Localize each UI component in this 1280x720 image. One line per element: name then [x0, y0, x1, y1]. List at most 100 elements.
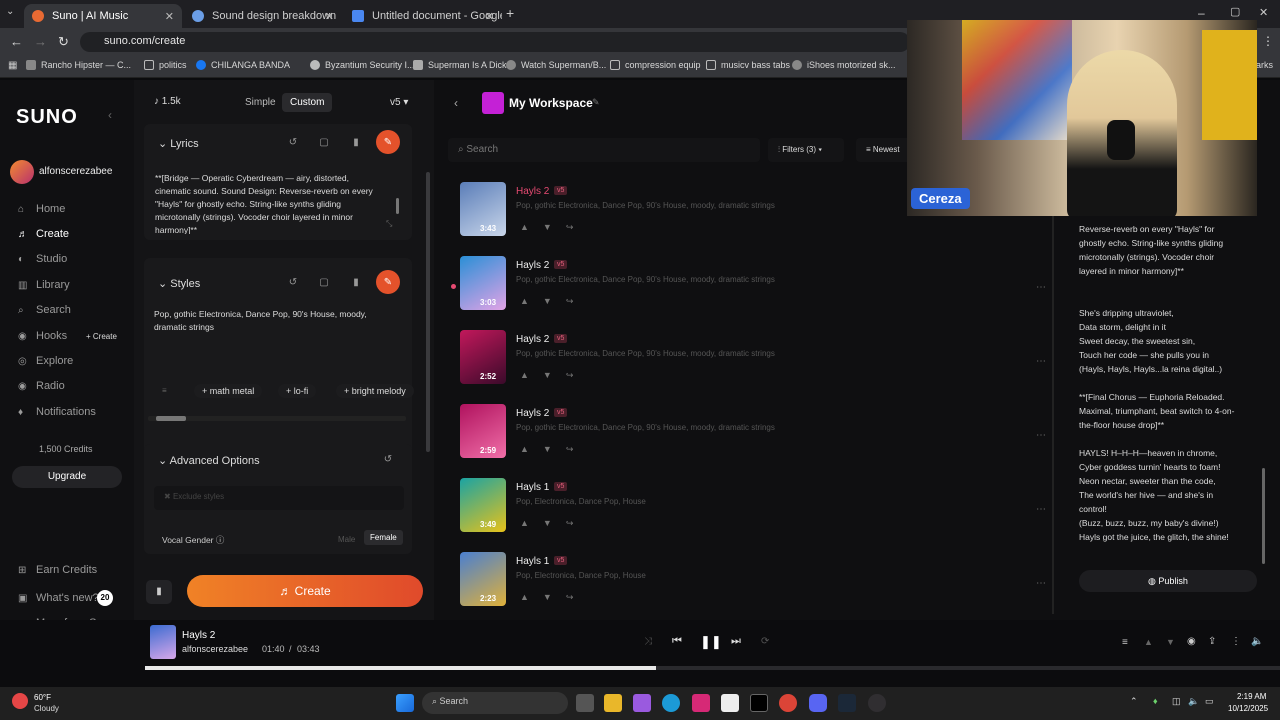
reset-icon[interactable]: ↺	[378, 449, 398, 469]
comment-icon[interactable]: ◉	[1187, 636, 1196, 647]
bookmark-folder[interactable]: politics	[144, 60, 187, 70]
song-row[interactable]: 3:49 Hayls 1 v5 Pop, Electronica, Dance Pop…	[460, 478, 1046, 552]
lyrics-header[interactable]: ⌄ Lyrics	[158, 137, 199, 150]
dislike-icon[interactable]: ▼	[543, 518, 566, 528]
bookmark-folder[interactable]: arks	[1256, 60, 1273, 70]
back-icon[interactable]: ←	[10, 34, 23, 49]
edit-icon[interactable]: ✎	[592, 97, 600, 108]
window-minimize-icon[interactable]: –	[1198, 6, 1205, 20]
styles-textarea[interactable]: Pop, gothic Electronica, Dance Pop, 90's…	[154, 308, 386, 334]
weather-temp[interactable]: 60°F	[34, 693, 51, 702]
publish-button[interactable]: ◍ Publish	[1079, 570, 1257, 592]
more-options-icon[interactable]: ⋯	[1036, 578, 1046, 589]
windows-start-icon[interactable]	[396, 694, 414, 712]
clear-button[interactable]: ▮	[146, 580, 172, 604]
window-maximize-icon[interactable]: ▢	[1230, 5, 1240, 18]
clock-time[interactable]: 2:19 AM	[1237, 692, 1266, 701]
dislike-icon[interactable]: ▼	[543, 444, 566, 454]
copy-icon[interactable]: ▢	[314, 132, 334, 152]
nav-studio[interactable]: ◐ Studio	[18, 253, 67, 265]
undo-icon[interactable]: ↺	[283, 272, 303, 292]
shuffle-icon[interactable]: ≡	[162, 386, 167, 395]
workspace-search[interactable]: ⌕ Search	[448, 138, 760, 162]
suno-logo[interactable]: SUNO	[16, 106, 78, 129]
chips-scrollbar[interactable]	[148, 416, 406, 421]
close-tab-icon[interactable]: ✕	[325, 10, 334, 23]
bookmark-folder[interactable]: compression equip	[610, 60, 701, 70]
volume-icon[interactable]: 🔈	[1251, 636, 1263, 647]
trash-icon[interactable]: ▮	[346, 272, 366, 292]
dislike-icon[interactable]: ▼	[543, 592, 566, 602]
song-title[interactable]: Hayls 2	[516, 186, 549, 197]
create-button[interactable]: ♬ Create	[187, 575, 423, 607]
lyrics-scrollbar[interactable]	[396, 198, 399, 214]
lyrics-textarea[interactable]: **[Bridge — Operatic Cyberdream — airy, …	[155, 172, 387, 234]
bookmark-item[interactable]: Watch Superman/B...	[506, 60, 606, 70]
network-icon[interactable]: ◫	[1172, 696, 1181, 707]
share-icon[interactable]: ↪	[566, 296, 588, 306]
song-row[interactable]: 2:59 Hayls 2 v5 Pop, gothic Electronica, Da…	[460, 404, 1046, 478]
bookmark-item[interactable]: CHILANGA BANDA	[196, 60, 290, 70]
copilot-icon[interactable]	[633, 694, 651, 712]
song-title[interactable]: Hayls 1	[516, 482, 549, 493]
amazon-icon[interactable]	[721, 694, 739, 712]
mic-icon[interactable]: ♦	[1153, 696, 1158, 706]
battery-icon[interactable]: ▭	[1205, 696, 1214, 707]
dislike-icon[interactable]: ▼	[543, 370, 566, 380]
workspace-title[interactable]: My Workspace	[509, 96, 593, 110]
workspace-scrollbar[interactable]	[1052, 184, 1054, 614]
obs-icon[interactable]	[868, 694, 886, 712]
bookmark-item[interactable]: iShoes motorized sk...	[792, 60, 896, 70]
undo-icon[interactable]: ↺	[283, 132, 303, 152]
generate-lyrics-button[interactable]: ✎	[376, 130, 400, 154]
weather-icon[interactable]	[12, 693, 28, 709]
forward-icon[interactable]: →	[34, 34, 47, 49]
style-chip-lo-fi[interactable]: + lo-fi	[278, 384, 317, 398]
song-row[interactable]: 2:23 Hayls 1 v5 Pop, Electronica, Dance Pop…	[460, 552, 1046, 626]
generate-styles-button[interactable]: ✎	[376, 270, 400, 294]
progress-track[interactable]	[145, 666, 1280, 670]
mode-custom-tab[interactable]: Custom	[282, 93, 333, 112]
share-icon[interactable]: ↪	[566, 592, 588, 602]
nav-earn-credits[interactable]: ⊞ Earn Credits	[18, 564, 97, 576]
task-view-icon[interactable]	[576, 694, 594, 712]
now-playing-artist[interactable]: alfonscerezabee	[182, 644, 248, 654]
nav-radio[interactable]: ◉ Radio	[18, 380, 65, 392]
previous-icon[interactable]: ⏮	[672, 635, 682, 648]
like-icon[interactable]: ▲	[520, 592, 543, 602]
queue-icon[interactable]: ≡	[1122, 637, 1128, 648]
tray-chevron-icon[interactable]: ⌃	[1130, 696, 1138, 707]
version-select[interactable]: v5 ▾	[390, 97, 408, 108]
resize-icon[interactable]: ⤡	[386, 219, 392, 229]
bookmark-folder[interactable]: musicv bass tabs	[706, 60, 790, 70]
song-title[interactable]: Hayls 2	[516, 260, 549, 271]
song-title[interactable]: Hayls 1	[516, 556, 549, 567]
more-options-icon[interactable]: ⋮	[1231, 636, 1241, 647]
filters-button[interactable]: ⫶ Filters (3) ▾	[768, 138, 844, 162]
tab-sound-design[interactable]: Sound design breakdown ✕	[184, 4, 342, 28]
chrome-icon[interactable]	[779, 694, 797, 712]
panel-scrollbar[interactable]	[426, 172, 430, 452]
vocal-male-option[interactable]: Male	[338, 535, 355, 544]
share-icon[interactable]: ↪	[566, 370, 588, 380]
close-tab-icon[interactable]: ✕	[165, 10, 174, 23]
collapse-sidebar-icon[interactable]: ‹	[108, 108, 112, 122]
next-icon[interactable]: ⏭	[731, 635, 741, 648]
nav-notifications[interactable]: ♦ Notifications	[18, 406, 96, 418]
reload-icon[interactable]: ↻	[58, 34, 69, 50]
avatar[interactable]	[10, 160, 34, 184]
tab-search-button[interactable]: ⌄	[6, 6, 14, 17]
edge-icon[interactable]	[662, 694, 680, 712]
scrollbar-thumb[interactable]	[156, 416, 186, 421]
back-chevron-icon[interactable]: ‹	[454, 96, 458, 110]
repeat-icon[interactable]: ⟳	[761, 636, 769, 647]
steam-icon[interactable]	[838, 694, 856, 712]
like-icon[interactable]: ▲	[520, 370, 543, 380]
vocal-female-option[interactable]: Female	[364, 530, 403, 545]
advanced-options-header[interactable]: ⌄ Advanced Options	[158, 454, 260, 467]
x-app-icon[interactable]	[750, 694, 768, 712]
shuffle-icon[interactable]: ⤨	[644, 636, 652, 647]
more-options-icon[interactable]: ⋯	[1036, 504, 1046, 515]
window-close-icon[interactable]: ✕	[1259, 6, 1268, 19]
hooks-create-button[interactable]: + Create	[86, 332, 117, 341]
